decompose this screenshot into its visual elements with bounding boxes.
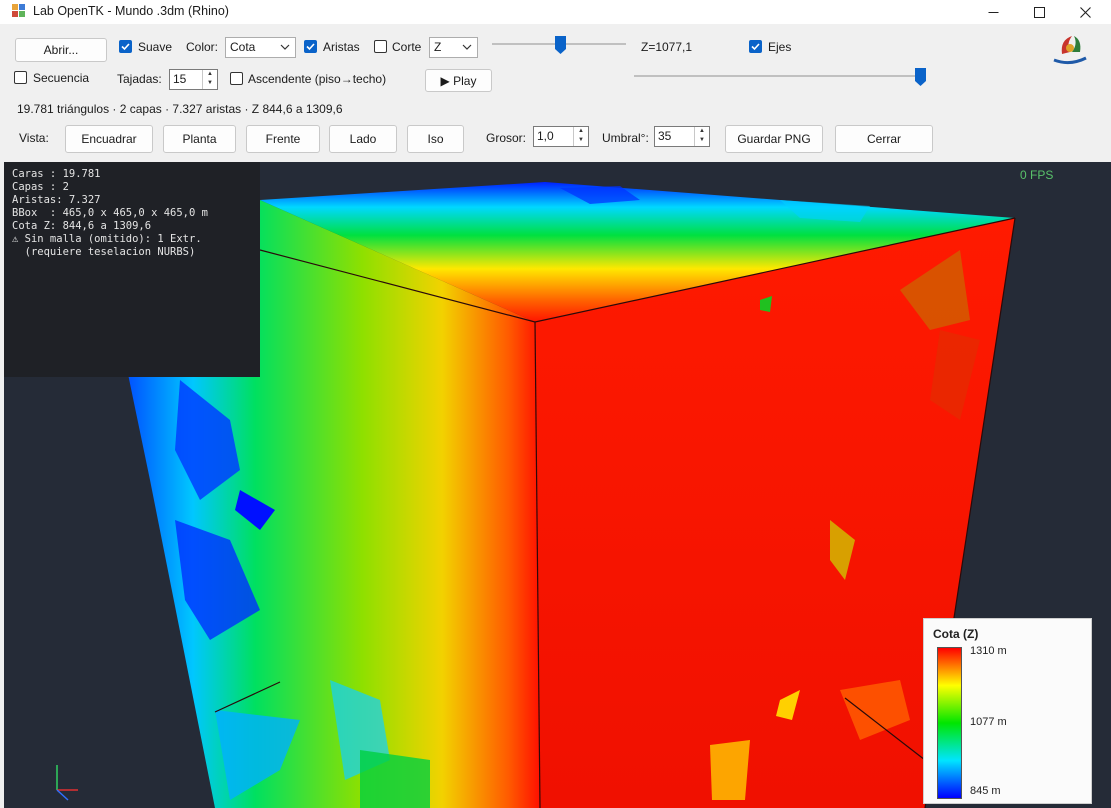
cut-axis-select[interactable]: Z [429, 37, 478, 58]
check-icon [751, 43, 760, 51]
slices-label: Tajadas: [117, 72, 162, 86]
threshold-value: 35 [658, 129, 672, 143]
view-label: Vista: [19, 131, 49, 145]
toolbar: Abrir... Suave Color: Cota Aristas Corte… [0, 24, 1111, 162]
app-icon [12, 4, 25, 17]
color-legend: Cota (Z) 1310 m 1077 m 845 m [923, 618, 1092, 804]
stepper-up-icon[interactable]: ▲ [695, 127, 709, 136]
legend-max: 1310 m [970, 645, 1007, 657]
window-title: Lab OpenTK - Mundo .3dm (Rhino) [33, 4, 229, 18]
slices-stepper[interactable]: 15 ▲ ▼ [169, 69, 218, 90]
color-label: Color: [186, 40, 219, 54]
smooth-label[interactable]: Suave [138, 40, 172, 54]
legend-min: 845 m [970, 785, 1001, 797]
iso-view-button[interactable]: Iso [407, 125, 464, 153]
minimize-button[interactable] [970, 0, 1016, 24]
color-mode-value: Cota [230, 40, 256, 54]
ascending-checkbox[interactable] [230, 72, 243, 85]
save-png-button[interactable]: Guardar PNG [725, 125, 823, 153]
side-view-button[interactable]: Lado [329, 125, 397, 153]
axes-gizmo [56, 765, 78, 801]
open-button[interactable]: Abrir... [15, 38, 107, 62]
legend-mid: 1077 m [970, 716, 1007, 728]
stepper-down-icon[interactable]: ▼ [695, 136, 709, 145]
threshold-label: Umbral°: [602, 131, 649, 145]
close-icon [1079, 6, 1091, 18]
sequence-label[interactable]: Secuencia [33, 71, 89, 85]
info-line: (requiere teselacion NURBS) [12, 246, 196, 258]
threshold-stepper[interactable]: 35 ▲ ▼ [654, 126, 710, 147]
fps-counter: 0 FPS [1020, 168, 1054, 182]
info-line: Cota Z: 844,6 a 1309,6 [12, 220, 152, 232]
maximize-button[interactable] [1016, 0, 1062, 24]
cut-slider-thumb[interactable] [555, 36, 566, 54]
close-window-button[interactable] [1062, 0, 1108, 24]
info-line: Aristas: 7.327 [12, 194, 101, 206]
legend-color-bar [937, 647, 962, 799]
check-icon [306, 43, 315, 51]
cut-label[interactable]: Corte [392, 40, 421, 54]
maximize-icon [1033, 6, 1045, 18]
edges-checkbox[interactable] [304, 40, 317, 53]
edges-label[interactable]: Aristas [323, 40, 360, 54]
stepper-down-icon[interactable]: ▼ [574, 136, 588, 145]
thickness-stepper[interactable]: 1,0 ▲ ▼ [533, 126, 589, 147]
frame-button[interactable]: Encuadrar [65, 125, 153, 153]
info-panel: Caras : 19.781 Capas : 2 Aristas: 7.327 BBo… [4, 162, 260, 377]
legend-title: Cota (Z) [933, 627, 979, 641]
minimize-icon [988, 11, 998, 13]
app-window: Lab OpenTK - Mundo .3dm (Rhino) Abrir...… [0, 0, 1111, 808]
thickness-label: Grosor: [486, 131, 527, 145]
title-bar[interactable]: Lab OpenTK - Mundo .3dm (Rhino) [0, 0, 1111, 24]
z-readout: Z=1077,1 [641, 40, 693, 54]
info-line: Caras : 19.781 [12, 168, 101, 180]
smooth-checkbox[interactable] [119, 40, 132, 53]
cut-checkbox[interactable] [374, 40, 387, 53]
plan-view-button[interactable]: Planta [163, 125, 236, 153]
info-line: Capas : 2 [12, 181, 69, 193]
chevron-down-icon [280, 44, 290, 50]
axes-checkbox[interactable] [749, 40, 762, 53]
check-icon [121, 43, 130, 51]
slices-value: 15 [173, 72, 187, 86]
sequence-checkbox[interactable] [14, 71, 27, 84]
ascending-label[interactable]: Ascendente (piso→techo) [248, 72, 386, 86]
stepper-down-icon[interactable]: ▼ [203, 79, 217, 88]
color-mode-select[interactable]: Cota [225, 37, 296, 58]
logo-icon [1053, 36, 1087, 65]
axes-label[interactable]: Ejes [768, 40, 791, 54]
sequence-slider-track[interactable] [634, 75, 926, 77]
info-line: BBox : 465,0 x 465,0 x 465,0 m [12, 207, 208, 219]
stepper-up-icon[interactable]: ▲ [574, 127, 588, 136]
stats-text: 19.781 triángulos · 2 capas · 7.327 aris… [17, 102, 343, 116]
chevron-down-icon [462, 44, 472, 50]
cut-axis-value: Z [434, 40, 442, 54]
sequence-slider-thumb[interactable] [915, 68, 926, 86]
close-button[interactable]: Cerrar [835, 125, 933, 153]
front-view-button[interactable]: Frente [246, 125, 320, 153]
info-line: ⚠ Sin malla (omitido): 1 Extr. [12, 233, 202, 245]
thickness-value: 1,0 [537, 129, 554, 143]
stepper-up-icon[interactable]: ▲ [203, 70, 217, 79]
play-button[interactable]: ▶ Play [425, 69, 492, 92]
